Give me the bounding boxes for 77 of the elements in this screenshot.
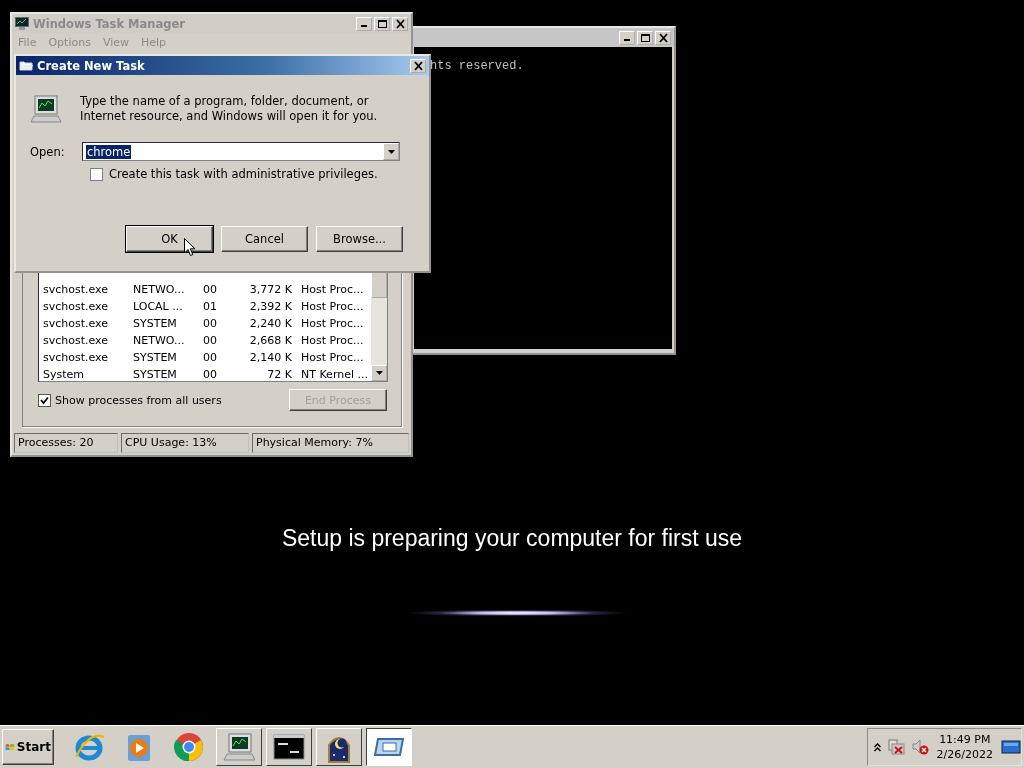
close-button[interactable] [410,58,426,73]
checkbox[interactable] [38,393,51,407]
table-cell-text: 2,668 K [248,334,292,347]
chevron-up-icon[interactable] [873,742,881,752]
clock-time[interactable]: 11:49 PM [939,732,991,747]
table-cell-text: svchost.exe [42,283,110,296]
dialog-title: Create New Task [37,58,146,73]
monitor-icon [15,17,29,30]
checkbox-label: Show processes from all users [55,393,222,407]
table-cell-text: NETWO... [133,334,186,347]
check-icon [40,395,49,405]
minimize-icon [624,38,630,41]
setup-message: Setup is preparing your computer for first use [281,525,743,551]
table-cell-text: 2,140 K [248,351,292,364]
status-text: Processes: 20 [14,433,118,453]
table-cell-text: SYSTEM [133,351,178,364]
status-text: Physical Memory: 7% [252,433,409,453]
window-title: Windows Task Manager [33,16,186,31]
table-cell-text: svchost.exe [42,334,110,347]
table-cell-text: LOCAL ... [133,300,184,313]
caret-down-icon [375,371,383,375]
open-field[interactable]: chrome [82,142,400,161]
table-cell-text: 2,240 K [248,317,292,330]
table-cell-text: 01 [203,300,218,313]
table-cell-text: 00 [203,317,218,330]
dialog-button[interactable]: OK [126,226,213,252]
folder-icon [19,60,33,71]
table-cell-text: 00 [203,283,218,296]
maximize-icon [376,18,388,29]
minimize-button[interactable] [619,30,635,45]
field-label: Open: [30,144,66,159]
table-cell-text: svchost.exe [42,351,110,364]
clock-date[interactable]: 2/26/2022 [936,747,993,762]
table-cell-text: 00 [203,368,218,381]
table-cell-text: svchost.exe [42,317,110,330]
status-text: CPU Usage: 13% [121,433,249,453]
table-cell-text: 3,772 K [248,283,292,296]
dialog-button[interactable]: Cancel [221,226,308,252]
table-cell-text: Host Proc... [300,334,365,347]
caret-down-icon [387,149,395,154]
close-button[interactable] [655,30,671,45]
close-icon [394,18,406,29]
table-cell-text: SYSTEM [133,368,178,381]
table-cell-text: 72 K [266,368,292,381]
scroll-down-button[interactable] [371,365,387,381]
dialog-message: Type the name of a program, folder, document, or Internet resource, and Windows will open it for you. [80,94,379,124]
table-cell-text: SYSTEM [133,317,178,330]
maximize-icon [639,32,651,43]
minimize-icon [361,24,367,27]
taskbar-button[interactable] [366,728,412,766]
maximize-button[interactable] [637,30,653,45]
checkbox-label: Create this task with administrative privileges. [109,167,378,181]
show-desktop-icon[interactable] [1001,738,1021,756]
cursor-icon [184,238,196,257]
table-cell-text: System [42,368,86,381]
checkbox[interactable] [90,167,103,181]
monitor-icon [223,731,255,763]
table-cell-text: Host Proc... [300,283,365,296]
table-cell-text: 00 [203,334,218,347]
table-cell-text: Host Proc... [300,351,365,364]
browser-icon [173,731,205,763]
close-icon [412,60,424,71]
speaker-muted-icon[interactable] [910,738,929,756]
start-button[interactable]: Start [2,729,54,765]
table-cell-text: Host Proc... [300,317,365,330]
close-icon [657,32,669,43]
table-cell-text: svchost.exe [42,300,110,313]
dialog-button[interactable]: Browse... [316,226,403,252]
table-cell-text: 2,392 K [248,300,292,313]
table-cell-text: NETWO... [133,283,186,296]
table-cell-text: Host Proc... [300,300,365,313]
terminal-icon [273,731,305,763]
monitor-icon [30,94,62,124]
console-text: hts reserved. [430,59,525,73]
table-cell-text: 00 [203,351,218,364]
network-error-icon[interactable] [886,738,905,756]
table-cell-text: NT Kernel ... [300,368,369,381]
